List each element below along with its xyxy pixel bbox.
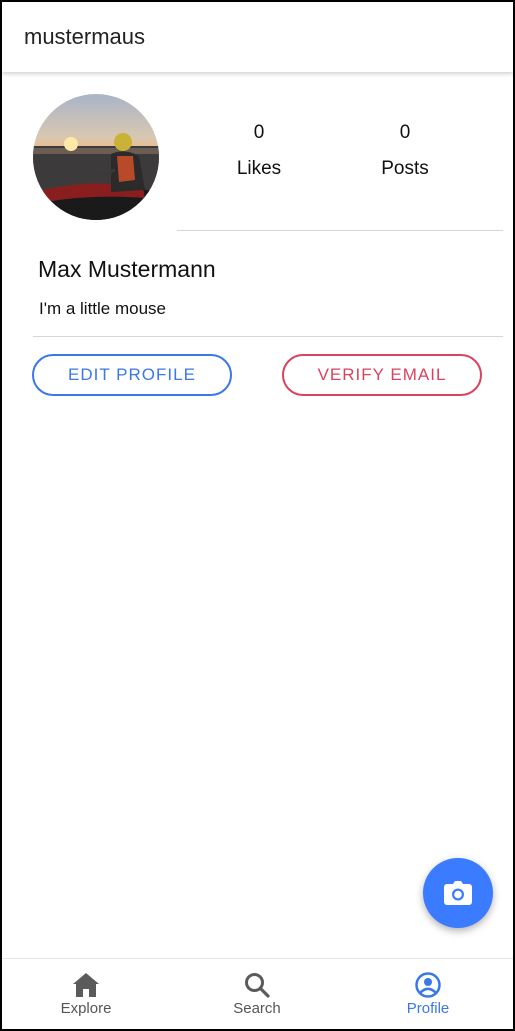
avatar-image <box>33 94 159 220</box>
username-title: mustermaus <box>24 24 146 49</box>
search-icon <box>245 973 270 998</box>
likes-label: Likes <box>236 158 282 179</box>
nav-profile[interactable]: Profile <box>368 959 488 1029</box>
nav-explore-label: Explore <box>60 1000 112 1017</box>
likes-count: 0 <box>253 122 265 143</box>
edit-profile-button[interactable]: EDIT PROFILE <box>32 354 232 396</box>
verify-email-button[interactable]: VERIFY EMAIL <box>282 354 482 396</box>
posts-count: 0 <box>399 122 411 143</box>
account-circle-icon <box>415 972 441 998</box>
posts-label: Posts <box>381 158 429 179</box>
camera-fab-button[interactable] <box>423 858 493 928</box>
nav-search-label: Search <box>233 1000 281 1017</box>
bottom-navigation: Explore Search Profile <box>2 958 513 1029</box>
camera-icon <box>444 881 472 905</box>
avatar[interactable] <box>33 94 159 220</box>
nav-explore[interactable]: Explore <box>26 959 146 1029</box>
bio-text: I'm a little mouse <box>39 299 167 318</box>
home-icon <box>73 973 99 997</box>
app-bar: mustermaus <box>2 2 513 72</box>
divider <box>33 336 503 337</box>
posts-stat[interactable]: 0 Posts <box>345 122 465 180</box>
profile-stats: 0 Likes 0 Posts <box>177 122 503 231</box>
likes-stat[interactable]: 0 Likes <box>199 122 319 180</box>
nav-search[interactable]: Search <box>197 959 317 1029</box>
app-frame: mustermaus 0 Likes 0 Posts Max Musterman… <box>0 0 515 1031</box>
nav-profile-label: Profile <box>406 1000 450 1017</box>
display-name: Max Mustermann <box>38 256 216 282</box>
